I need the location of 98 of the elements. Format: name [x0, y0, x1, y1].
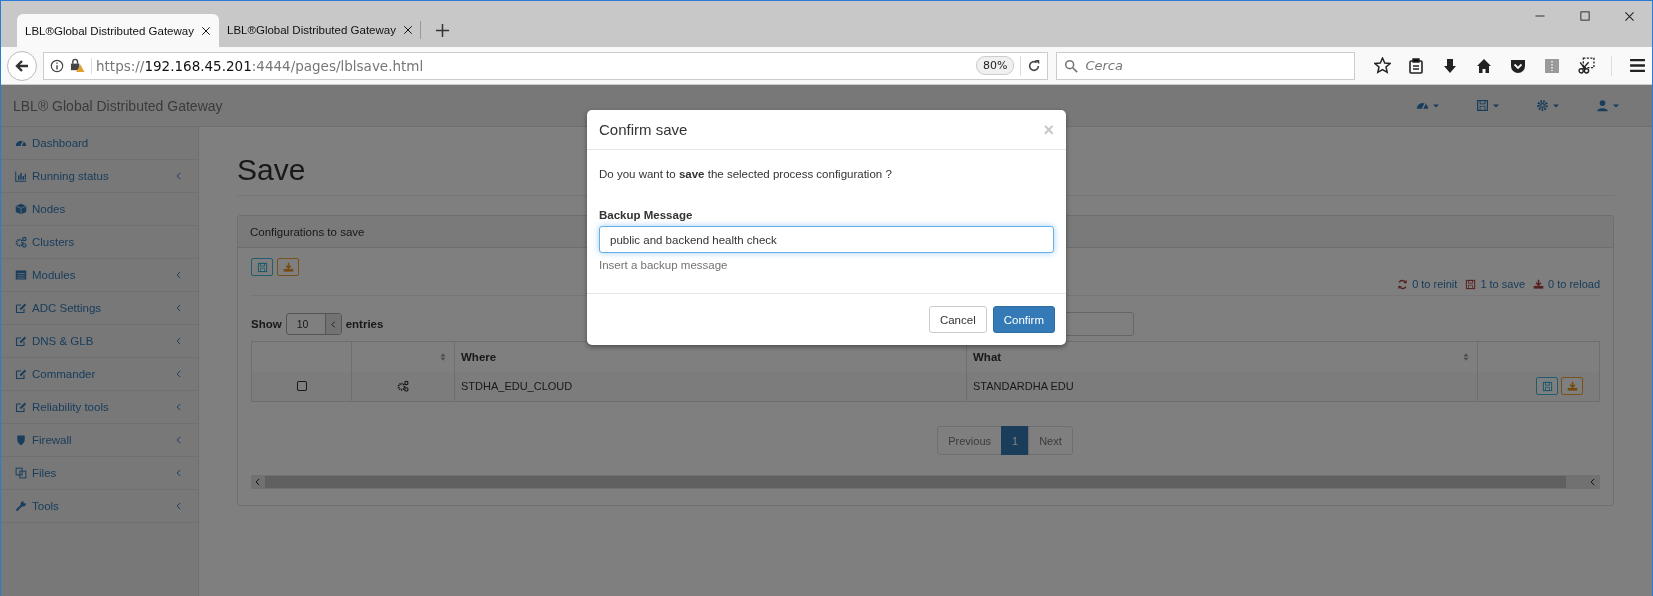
list-icon — [15, 269, 27, 281]
pagination-button[interactable]: 1 — [1001, 426, 1030, 455]
star-icon — [1373, 57, 1391, 74]
sidebar-item[interactable]: Reliability tools — [1, 391, 198, 424]
home-icon — [1476, 57, 1492, 74]
back-button[interactable] — [7, 50, 37, 81]
horizontal-scrollbar[interactable] — [251, 475, 1600, 489]
search-icon — [1064, 58, 1079, 73]
chevron-icon — [174, 336, 184, 346]
chevron-icon — [174, 402, 184, 412]
plus-icon — [435, 23, 450, 38]
entries-select[interactable]: 10 — [285, 313, 342, 335]
info-icon — [50, 58, 64, 73]
close-icon — [199, 24, 212, 37]
chevron-icon — [174, 171, 184, 181]
save-button[interactable] — [1536, 377, 1558, 396]
close-button[interactable]: × — [1043, 120, 1054, 139]
dialog-message: Do you want to save the selected process configuration ? — [599, 168, 893, 180]
reload-icon — [1027, 58, 1042, 73]
show-label: Show — [251, 318, 282, 330]
lock-warning-icon — [70, 58, 85, 73]
close-icon — [1623, 9, 1636, 23]
zoom-badge[interactable]: 80% — [975, 56, 1015, 75]
download-icon — [1442, 57, 1458, 74]
sidebar-item[interactable]: Nodes — [1, 193, 198, 226]
entries-label: entries — [345, 318, 384, 330]
sidebar-item[interactable]: Modules — [1, 259, 198, 292]
download-icon — [1566, 380, 1578, 392]
sidebar-item[interactable]: ADC Settings — [1, 292, 198, 325]
extension-icon — [1544, 57, 1560, 74]
floppy-icon — [1465, 278, 1477, 290]
scissors-icon — [1577, 57, 1595, 74]
sort-icon — [438, 351, 448, 362]
sidebar-item[interactable]: Firewall — [1, 424, 198, 457]
back-arrow-icon — [14, 57, 30, 74]
app-title: LBL® Global Distributed Gateway — [13, 97, 223, 114]
wrench-icon — [15, 500, 27, 512]
sidebar-item[interactable]: Files — [1, 457, 198, 490]
floppy-icon — [1541, 380, 1553, 392]
counter-text: 0 to reinit — [1412, 278, 1458, 290]
download-button[interactable] — [1561, 377, 1583, 396]
maximize-icon — [1578, 10, 1591, 22]
chevron-left-icon — [253, 477, 263, 487]
dialog-title: Confirm save — [599, 121, 689, 138]
settings-icon — [1536, 99, 1549, 112]
help-text: Insert a backup message — [599, 259, 729, 271]
input-field[interactable]: public and backend health check — [599, 226, 1054, 253]
counter-text: 1 to save — [1480, 278, 1525, 290]
row-checkbox[interactable] — [295, 380, 308, 393]
gears-icon — [15, 236, 27, 248]
download-icon — [282, 261, 294, 273]
sidebar-item[interactable]: Commander — [1, 358, 198, 391]
confirm-button[interactable]: Confirm — [992, 306, 1055, 333]
checkbox-icon — [295, 380, 308, 393]
cube-icon — [15, 203, 27, 215]
search-field[interactable]: Cerca — [1056, 51, 1355, 80]
chevron-icon — [174, 369, 184, 379]
floppy-icon — [256, 261, 268, 273]
close-icon — [401, 24, 414, 36]
save-button[interactable] — [251, 258, 273, 276]
pocket-icon — [1510, 57, 1526, 74]
edit-icon — [15, 302, 27, 314]
edit-icon — [15, 335, 27, 347]
bar-chart-icon — [15, 170, 27, 182]
files-icon — [15, 467, 27, 479]
sidebar-item[interactable]: Running status — [1, 160, 198, 193]
table-cell: STANDARDHA EDU — [966, 371, 1478, 402]
download-icon — [1533, 278, 1544, 290]
sidebar-item[interactable]: DNS & GLB — [1, 325, 198, 358]
url-text: https://192.168.45.201:4444/pages/lblsave.html — [91, 57, 970, 74]
sidebar-item[interactable]: Tools — [1, 490, 198, 523]
address-bar[interactable]: https://192.168.45.201:4444/pages/lblsave.html 80% — [43, 51, 1049, 80]
chevron-icon — [174, 501, 184, 511]
browser-tab[interactable]: LBL®Global Distributed Gateway — [219, 21, 421, 39]
sidebar-item[interactable]: Dashboard — [1, 127, 198, 160]
column-header[interactable]: What — [973, 350, 1002, 363]
sort-icon — [1461, 351, 1471, 362]
download-button[interactable] — [277, 258, 299, 276]
clipboard-icon — [1408, 57, 1424, 74]
cancel-button[interactable]: Cancel — [928, 306, 987, 333]
chevron-icon — [174, 435, 184, 445]
menu-icon — [1628, 57, 1646, 74]
user-icon — [1596, 99, 1609, 112]
panel-title: Configurations to save — [250, 225, 365, 238]
counter-text: 0 to reload — [1548, 278, 1600, 290]
sidebar-item[interactable]: Clusters — [1, 226, 198, 259]
refresh-icon — [1397, 278, 1409, 290]
chevron-icon — [174, 468, 184, 478]
shield-icon — [15, 434, 27, 446]
floppy-icon — [1476, 99, 1489, 112]
chevron-icon — [174, 303, 184, 313]
edit-icon — [15, 401, 27, 413]
browser-tab[interactable]: LBL®Global Distributed Gateway — [17, 14, 219, 47]
gears-icon — [397, 380, 409, 393]
table-cell: STDHA_EDU_CLOUD — [454, 371, 967, 402]
edit-icon — [15, 368, 27, 380]
field-label: Backup Message — [599, 209, 694, 221]
chevron-icon — [174, 270, 184, 280]
